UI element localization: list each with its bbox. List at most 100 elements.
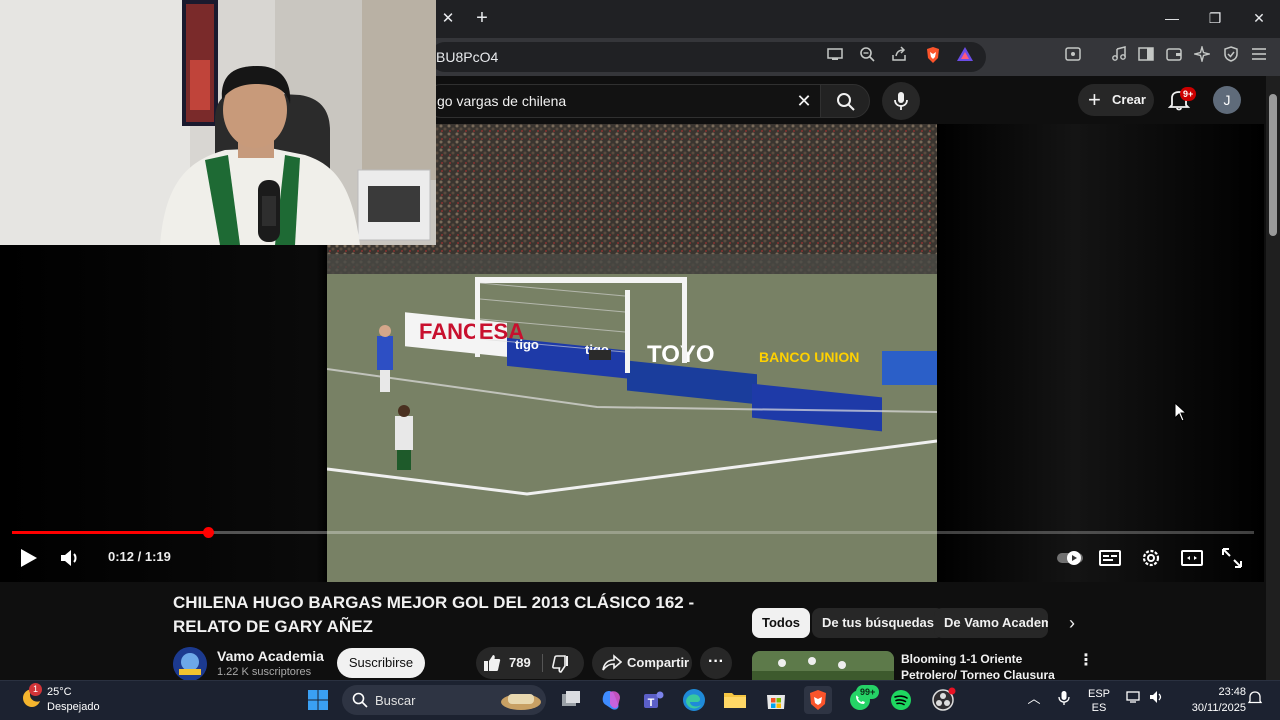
create-label: Crear [1112,92,1146,107]
scrollbar-thumb[interactable] [1269,94,1277,236]
webcam-image [0,0,436,245]
weather-condition: Despejado [47,701,100,713]
weather-temperature: 25°C [47,686,72,698]
vpn-shield-icon[interactable] [1220,46,1242,68]
fullscreen-button[interactable] [1219,545,1245,571]
subscriber-count: 1.22 K suscriptores [217,666,312,678]
like-button[interactable] [482,653,504,673]
taskbar-search-box[interactable] [342,685,546,715]
like-divider [542,654,543,672]
obs-icon[interactable] [929,686,957,714]
search-input[interactable]: go vargas de chilena ✕ [424,84,820,118]
tray-microphone-icon[interactable] [1055,690,1073,708]
new-tab-button[interactable]: + [472,8,492,28]
account-avatar[interactable]: J [1213,86,1241,114]
tab-close-icon[interactable]: ✕ [438,9,458,29]
more-actions-button[interactable]: ··· [700,647,732,679]
fullscreen-icon [1222,548,1242,568]
chips-next-icon[interactable]: › [1060,611,1084,635]
sidebar-icon[interactable] [1135,46,1157,68]
reader-mode-icon[interactable] [1062,46,1084,68]
progress-buffered [210,531,510,534]
share-arrow-icon [602,654,622,671]
subtitles-icon [1099,550,1121,566]
zoom-icon[interactable] [856,46,878,68]
taskbar-search-placeholder: Buscar [375,693,416,708]
play-icon [21,549,37,567]
channel-avatar[interactable] [173,647,207,681]
recommendation-thumbnail[interactable] [752,651,894,680]
time-display: 0:12 / 1:19 [108,549,171,564]
settings-button[interactable] [1138,545,1164,571]
tray-chevron-icon[interactable]: ︿ [1025,690,1043,708]
thumbs-up-icon [484,655,501,671]
chip-from-searches[interactable]: De tus búsquedas [812,608,944,638]
channel-name[interactable]: Vamo Academia [217,648,324,664]
volume-button[interactable] [57,545,83,571]
subtitles-button[interactable] [1097,545,1123,571]
file-explorer-icon[interactable] [721,686,749,714]
notification-center-icon[interactable] [1246,690,1264,708]
chip-from-channel[interactable]: De Vamo Academia [934,608,1048,638]
mouse-cursor-icon [1174,401,1188,427]
taskbar-search-icon [352,692,368,708]
edge-icon[interactable] [680,686,708,714]
start-button[interactable] [304,686,332,714]
create-button[interactable]: + Crear [1078,84,1154,116]
task-view-icon[interactable] [557,686,585,714]
play-button[interactable] [15,545,41,571]
voice-search-button[interactable] [882,82,920,120]
ad-toyo: TOYO [647,341,715,368]
minimize-button[interactable]: — [1157,6,1187,30]
clock-time[interactable]: 23:48 [1176,686,1246,698]
brave-shields-icon[interactable] [922,46,944,68]
url-text: BU8PcO4 [436,49,499,65]
brave-rewards-icon[interactable] [954,46,976,68]
dislike-button[interactable] [551,654,573,674]
close-window-button[interactable]: ✕ [1244,6,1274,30]
cast-icon[interactable] [824,46,846,68]
recommendation-title[interactable]: Blooming 1-1 Oriente Petrolero/ Torneo C… [901,651,1076,680]
menu-icon[interactable] [1248,46,1270,68]
video-title: CHILENA HUGO BARGAS MEJOR GOL DEL 2013 C… [173,593,695,636]
recommendation-menu-icon[interactable]: ⋮ [1078,651,1094,671]
gear-icon [1142,549,1160,567]
teams-icon[interactable]: T [639,686,667,714]
copilot-icon[interactable] [598,686,626,714]
microsoft-store-icon[interactable] [762,686,790,714]
ad-banco: BANCO UNION [759,349,859,365]
input-language[interactable]: ESP [1086,688,1112,700]
thumbs-down-icon [552,655,568,673]
search-icon [837,93,855,111]
wallet-icon[interactable] [1163,46,1185,68]
search-highlight-icon [501,694,541,710]
chip-all[interactable]: Todos [752,608,811,638]
network-icon[interactable] [1125,690,1143,708]
autoplay-toggle[interactable] [1056,545,1084,571]
notification-badge: 9+ [1180,87,1197,101]
clear-search-icon[interactable]: ✕ [792,89,816,113]
maximize-button[interactable]: ❐ [1200,6,1230,30]
theater-mode-button[interactable] [1179,545,1205,571]
spotify-icon[interactable] [887,686,915,714]
search-query: go vargas de chilena [437,93,567,109]
media-icon[interactable] [1108,46,1130,68]
subscribe-button[interactable]: Suscribirse [337,648,425,678]
clock-date: 30/11/2025 [1191,702,1246,714]
windows-logo-icon [308,690,328,710]
volume-icon [61,550,77,566]
progress-scrubber[interactable] [203,527,214,538]
brave-browser-icon[interactable] [804,686,832,714]
input-region: ES [1091,702,1107,714]
plus-icon: + [1088,87,1101,112]
progress-played [12,531,208,534]
share-page-icon[interactable] [888,46,910,68]
share-label: Compartir [627,655,690,670]
theater-icon [1181,550,1203,566]
speaker-icon[interactable] [1148,690,1166,708]
webcam-overlay [0,0,436,245]
leo-ai-icon[interactable] [1191,44,1213,68]
ad-tigo-1: tigo [515,337,539,352]
search-button[interactable] [820,84,870,118]
autoplay-icon [1057,551,1083,565]
